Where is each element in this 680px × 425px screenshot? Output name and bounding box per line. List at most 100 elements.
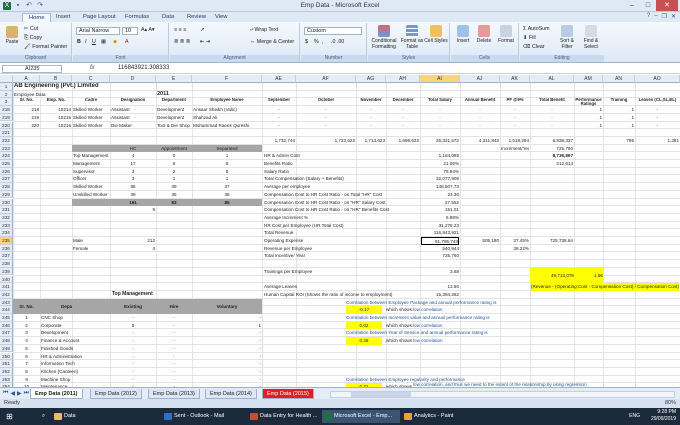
row-header-234[interactable]: 234 <box>0 229 13 237</box>
align-left-icon[interactable]: ≣ ≣ ≣ <box>174 39 190 45</box>
dept-hire[interactable]: - <box>157 337 191 345</box>
dept-voluntary[interactable]: - <box>193 376 261 384</box>
revenue-ak2[interactable]: 38.22% <box>501 245 529 253</box>
dept-existing[interactable]: - <box>111 314 155 322</box>
tab-insert[interactable]: Insert <box>56 13 71 22</box>
employee-cadre[interactable]: Skilled Worker <box>73 122 109 130</box>
taskbar-item-data[interactable]: Data <box>52 410 102 423</box>
employee-value-dash[interactable]: - <box>263 114 295 122</box>
employee-rating[interactable]: 1 <box>575 106 602 114</box>
cadre-name[interactable]: Officer <box>73 175 109 183</box>
column-header-d[interactable]: D <box>110 75 156 83</box>
employee-value-dash[interactable]: - <box>531 106 573 114</box>
row-header-227[interactable]: 227 <box>0 175 13 184</box>
cadre-appointment[interactable]: 35 <box>157 191 191 199</box>
cadre-separated[interactable]: 5 <box>193 168 261 176</box>
dept-voluntary[interactable]: 1 <box>193 322 261 330</box>
cadre-total[interactable]: 85 <box>192 198 262 207</box>
name-box[interactable]: AI235 <box>2 65 62 73</box>
dept-sr[interactable]: 8 <box>14 368 39 376</box>
correlation-value[interactable]: 0.28 <box>346 337 382 345</box>
row-header-238[interactable]: 238 <box>0 260 13 268</box>
row-header-253[interactable]: 253 <box>0 375 13 384</box>
employee-name[interactable]: Ansaar Sheikh (Valic) <box>193 106 261 114</box>
row-header-235[interactable]: 235 <box>0 237 13 245</box>
employee-value-dash[interactable]: - <box>636 122 679 130</box>
minimize-button[interactable]: – <box>624 0 640 11</box>
correlation-value[interactable]: 0.02 <box>346 321 382 330</box>
employee-value-dash[interactable]: - <box>297 122 355 130</box>
cadre-summary-header[interactable]: HC <box>110 144 156 153</box>
cadre-separated[interactable]: 1 <box>193 175 261 183</box>
al-223[interactable]: 725,760 <box>531 145 573 153</box>
dept-hire[interactable]: - <box>157 376 191 384</box>
dept-sr[interactable]: 7 <box>14 360 39 368</box>
dept-existing[interactable]: - <box>111 376 155 384</box>
cadre-separated[interactable]: 6 <box>193 160 261 168</box>
orientation-icon[interactable]: ↗ <box>200 27 204 33</box>
dept-name[interactable]: Kitchen (Canteen) <box>41 368 101 376</box>
employee-value-dash[interactable]: - <box>387 122 419 130</box>
employee-value-dash[interactable]: - <box>461 122 499 130</box>
dept-hire[interactable]: - <box>157 314 191 322</box>
employee-value-dash[interactable]: - <box>297 106 355 114</box>
hr-metric-value[interactable]: 27.552 <box>421 199 459 207</box>
row-header-232[interactable]: 232 <box>0 213 13 222</box>
employee-sr[interactable]: 218 <box>14 106 39 114</box>
employee-value-dash[interactable]: - <box>501 114 529 122</box>
row-header-243[interactable]: 243 <box>0 298 13 307</box>
dept-existing[interactable]: - <box>111 329 155 337</box>
taskbar-item-data-entry[interactable]: Data Entry for Health ... <box>248 410 318 423</box>
employee-number[interactable]: 10214 <box>41 106 71 114</box>
hr-metric-value[interactable]: 1,164,095 <box>421 152 459 160</box>
comma-button[interactable]: , <box>322 39 323 45</box>
total-december[interactable]: 1,695,622 <box>387 137 419 145</box>
row-header-248[interactable]: 248 <box>0 337 13 345</box>
tab-review[interactable]: Review <box>187 13 206 22</box>
employee-value-dash[interactable]: - <box>297 114 355 122</box>
employee-value-dash[interactable]: - <box>531 114 573 122</box>
total-benefit[interactable]: 6,838,337 <box>531 137 573 145</box>
column-header-ao[interactable]: AO <box>635 75 680 83</box>
total-september[interactable]: 1,732,744 <box>263 137 295 145</box>
row-header-231[interactable]: 231 <box>0 206 13 214</box>
row-header-225[interactable]: 225 <box>0 160 13 168</box>
employee-value-dash[interactable]: - <box>387 106 419 114</box>
dept-name[interactable]: Information Tech <box>41 360 101 368</box>
employee-cadre[interactable]: Skilled Worker <box>73 106 109 114</box>
employee-cadre[interactable]: Skilled Worker <box>73 114 109 122</box>
dept-voluntary[interactable]: - <box>193 353 261 361</box>
taskbar-item-excel[interactable]: Microsoft Excel - Emp... <box>322 410 400 423</box>
employee-value-dash[interactable]: - <box>636 114 679 122</box>
employee-value-dash[interactable]: - <box>501 106 529 114</box>
sheet-tab-2015[interactable]: Emp Data (2015) <box>262 389 314 399</box>
row-header-239[interactable]: 239 <box>0 267 13 276</box>
row-header-252[interactable]: 252 <box>0 367 13 376</box>
column-header-an[interactable]: AN <box>603 75 635 83</box>
employee-value-dash[interactable]: - <box>636 106 679 114</box>
row-header-250[interactable]: 250 <box>0 352 13 361</box>
row-header-246[interactable]: 246 <box>0 321 13 330</box>
employee-value-dash[interactable]: - <box>501 122 529 130</box>
dept-name[interactable]: Finance & Account <box>41 337 101 345</box>
horizontal-scrollbar[interactable] <box>330 391 675 398</box>
dept-voluntary[interactable]: - <box>193 314 261 322</box>
spreadsheet-grid[interactable]: A B C D E F AE AF AG AH AI AJ AK AL AM AN AO 1 2 3 218 219 220… <box>0 75 680 387</box>
column-header-ae[interactable]: AE <box>262 75 296 83</box>
employee-rating[interactable]: 1 <box>575 122 602 130</box>
bold-button[interactable]: B <box>77 39 81 45</box>
total-training[interactable]: 795 <box>604 137 634 145</box>
row-header-251[interactable]: 251 <box>0 360 13 368</box>
start-button[interactable]: ⊞ <box>2 410 26 423</box>
total-leaves[interactable]: 1,381 <box>636 137 680 145</box>
decimal-icon[interactable]: .0 .00 <box>331 39 344 45</box>
employee-name[interactable]: Shahzad Ali <box>193 114 261 122</box>
employee-value-dash[interactable]: - <box>263 122 295 130</box>
maximize-button[interactable]: □ <box>640 0 656 11</box>
employee-value-dash[interactable]: - <box>461 106 499 114</box>
row-header-226[interactable]: 226 <box>0 167 13 176</box>
trainings-al[interactable]: 49,713,076 <box>530 267 574 284</box>
dept-hire[interactable]: - <box>157 368 191 376</box>
column-header-b[interactable]: B <box>40 75 72 83</box>
column-header-f[interactable]: F <box>192 75 262 83</box>
